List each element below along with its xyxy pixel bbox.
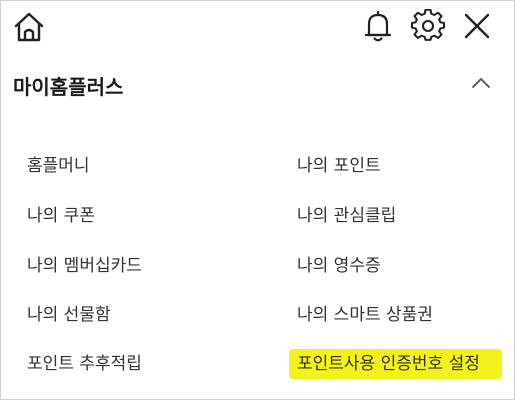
menu-item-smart-gift-cards[interactable]: 나의 스마트 상품권	[297, 304, 433, 326]
chevron-up-icon[interactable]	[469, 73, 493, 93]
section-header-myhomeplus[interactable]: 마이홈플러스	[1, 59, 514, 107]
menu-panel: 마이홈플러스 홈플머니 나의 쿠폰 나의 멤버십카드 나의 선물함 포인트 추후…	[0, 0, 515, 400]
menu-item-receipts[interactable]: 나의 영수증	[297, 255, 381, 277]
top-bar	[1, 1, 514, 53]
menu-item-point-auth-code-setting[interactable]: 포인트사용 인증번호 설정	[297, 353, 480, 375]
menu-item-home-money[interactable]: 홈플머니	[27, 155, 90, 177]
menu-item-membership-card[interactable]: 나의 멤버십카드	[27, 255, 142, 277]
menu-item-interest-clips[interactable]: 나의 관심클립	[297, 205, 396, 227]
menu-item-my-points[interactable]: 나의 포인트	[297, 155, 381, 177]
home-icon[interactable]	[12, 10, 46, 44]
menu-item-gift-box[interactable]: 나의 선물함	[27, 304, 111, 326]
gear-icon[interactable]	[411, 9, 445, 43]
section-title: 마이홈플러스	[13, 75, 124, 99]
bell-icon[interactable]	[362, 9, 394, 43]
menu-item-my-coupons[interactable]: 나의 쿠폰	[27, 205, 95, 227]
close-icon[interactable]	[461, 10, 493, 42]
menu-item-point-later-accrual[interactable]: 포인트 추후적립	[27, 353, 142, 375]
